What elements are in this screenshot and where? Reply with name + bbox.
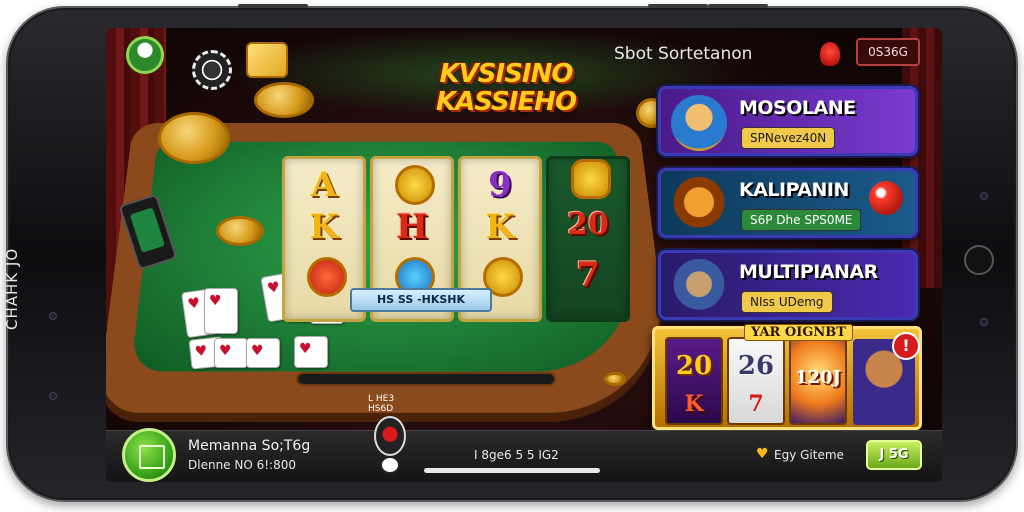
chip-stack-icon xyxy=(158,112,230,164)
player-name: Memanna So;T6g xyxy=(188,438,311,454)
alert-badge-icon[interactable]: ! xyxy=(892,332,920,360)
page-title: Sbot Sortetanon xyxy=(614,44,753,64)
jackpot-reel: 120J xyxy=(789,337,847,425)
chip-icon xyxy=(604,372,626,386)
playing-card xyxy=(246,338,280,368)
power-button xyxy=(648,4,708,8)
game-title: MOSOLANE xyxy=(739,97,856,119)
reel-symbol: A xyxy=(310,165,338,205)
chip-stack-icon xyxy=(254,82,314,118)
frame-label: CHAHK JO xyxy=(3,247,21,330)
game-play-button[interactable]: S6P Dhe SPS0ME xyxy=(741,209,862,231)
sensor-dot xyxy=(49,392,57,400)
reel-symbol: 7 xyxy=(576,255,600,295)
game-thumbnail-icon xyxy=(671,177,727,233)
reel-symbol: H xyxy=(395,207,429,247)
coin-icon xyxy=(307,257,347,297)
playing-card xyxy=(214,338,248,368)
game-screen: A K H 9 K 20 7 HS SS -HKSHK KVSISINO KAS… xyxy=(106,28,942,482)
play-button[interactable]: J 5G xyxy=(866,440,922,470)
heart-icon: ♥ xyxy=(756,446,769,462)
game-logo: KVSISINO KASSIEHO xyxy=(435,59,577,117)
dice-icon xyxy=(246,42,288,78)
card-slot xyxy=(296,372,556,386)
game-thumbnail-icon xyxy=(671,259,727,315)
side-button xyxy=(708,4,768,8)
mascot-face-icon xyxy=(380,456,400,474)
reel-symbol: 9 xyxy=(488,165,512,205)
game-title: KALIPANIN xyxy=(739,179,849,201)
alert-icon[interactable] xyxy=(820,42,840,66)
jackpot-title: YAR OIGNBT xyxy=(744,324,853,341)
status-text: I 8ge6 5 5 IG2 xyxy=(474,448,559,462)
sensor-dot xyxy=(49,312,57,320)
game-tile-kalipanin[interactable]: KALIPANIN S6P Dhe SPS0ME xyxy=(658,168,918,238)
game-title: MULTIPIANAR xyxy=(739,261,878,283)
camera-dot xyxy=(980,192,988,200)
playing-card xyxy=(294,336,328,368)
sensor-dot xyxy=(980,318,988,326)
mascot-label: L HE3 HS6D xyxy=(368,394,395,414)
coin-icon xyxy=(395,165,435,205)
reel-4: 20 7 xyxy=(546,156,630,322)
reel-symbol: K xyxy=(309,207,339,247)
mascot-icon[interactable] xyxy=(374,416,406,456)
balance-display[interactable]: 0S36G xyxy=(856,38,920,66)
ball-icon xyxy=(869,181,903,215)
curtain-right xyxy=(902,28,942,288)
jackpot-reel: 20 K xyxy=(665,337,723,425)
profile-avatar-icon[interactable] xyxy=(122,428,176,482)
user-avatar-icon[interactable] xyxy=(126,36,164,74)
chip-icon xyxy=(216,216,264,246)
reel-symbol: K xyxy=(485,207,515,247)
game-tile-multipianar[interactable]: MULTIPIANAR NIss UDemg xyxy=(658,250,918,320)
player-subtitle: Dlenne NO 6!:800 xyxy=(188,458,296,472)
coin-icon xyxy=(571,159,611,199)
win-line-banner: HS SS -HKSHK xyxy=(350,288,492,312)
chip-icon xyxy=(192,50,232,90)
game-play-button[interactable]: NIss UDemg xyxy=(741,291,833,313)
home-indicator[interactable] xyxy=(424,468,600,473)
reel-symbol: 20 xyxy=(567,207,609,242)
game-play-button[interactable]: SPNevez40N xyxy=(741,127,836,149)
jackpot-reel: 26 7 xyxy=(727,337,785,425)
playing-card xyxy=(204,288,238,334)
home-button[interactable] xyxy=(964,245,994,275)
game-tile-mosolane[interactable]: MOSOLANE SPNevez40N xyxy=(658,86,918,156)
game-thumbnail-icon xyxy=(671,95,727,151)
volume-button xyxy=(238,4,308,8)
jackpot-slot-machine[interactable]: 20 K 26 7 120J xyxy=(652,326,922,430)
bonus-label: Egy Giteme xyxy=(774,448,844,462)
